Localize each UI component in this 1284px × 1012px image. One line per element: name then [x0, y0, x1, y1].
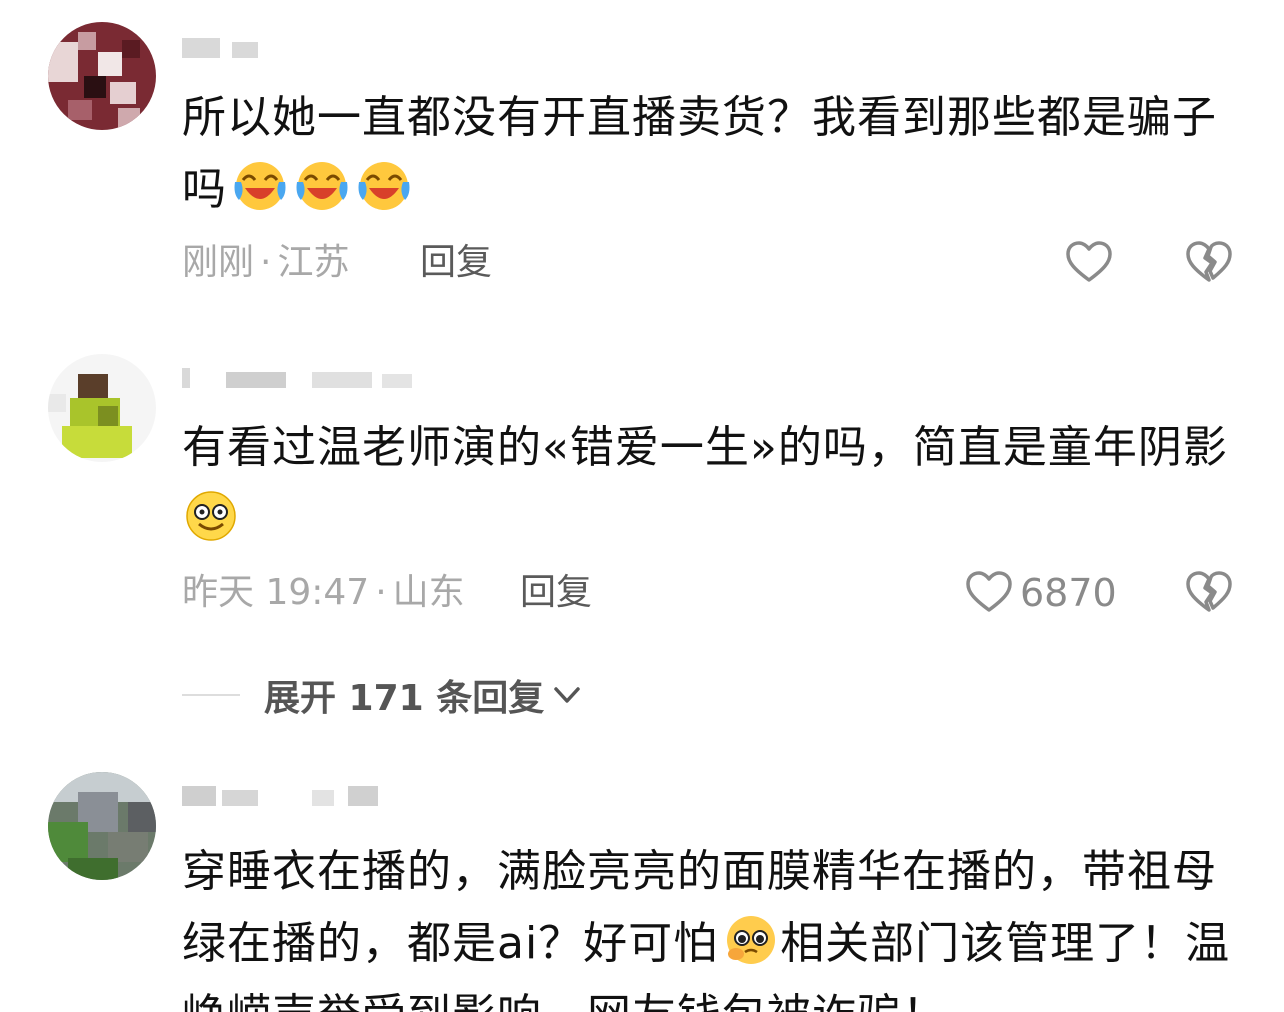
like-count: 6870: [1020, 571, 1117, 615]
comment-item: 穿睡衣在播的，满脸亮亮的面膜精华在播的，带祖母绿在播的，都是ai？好可怕 相关部门…: [0, 760, 1284, 1012]
crying-laughing-emoji: [234, 162, 286, 210]
broken-heart-icon: [1186, 571, 1232, 612]
comment-meta: 刚刚 · 江苏: [182, 238, 349, 288]
crying-laughing-emoji: [358, 162, 410, 210]
dislike-button[interactable]: [1184, 568, 1234, 618]
dizzy-smile-emoji: [186, 491, 236, 541]
like-button[interactable]: [1064, 238, 1120, 288]
comment-list: 所以她一直都没有开直播卖货？我看到那些都是骗子吗 刚刚 · 江苏 回复 有看过温…: [0, 0, 1284, 1012]
avatar[interactable]: [48, 772, 156, 880]
crying-laughing-emoji: [296, 162, 348, 210]
timestamp: 刚刚: [182, 242, 255, 283]
avatar[interactable]: [48, 354, 156, 462]
comment-meta: 昨天 19:47 · 山东: [182, 568, 465, 618]
reply-button[interactable]: 回复: [420, 238, 492, 288]
comment-text: 所以她一直都没有开直播卖货？我看到那些都是骗子吗: [182, 92, 1217, 215]
comment-item: 有看过温老师演的«错爱一生»的吗，简直是童年阴影 昨天 19:47 · 山东 回复 …: [0, 340, 1284, 640]
dislike-button[interactable]: [1184, 238, 1234, 288]
broken-heart-icon: [1186, 241, 1232, 282]
comment-text: 穿睡衣在播的，满脸亮亮的面膜精华在播的，带祖母绿在播的，都是ai？好可怕 相关部门…: [182, 846, 1231, 1012]
username[interactable]: [182, 364, 422, 392]
timestamp: 昨天 19:47: [182, 572, 370, 613]
chevron-down-icon: [554, 687, 580, 703]
username[interactable]: [182, 34, 262, 62]
reply-button[interactable]: 回复: [520, 568, 592, 618]
heart-icon: [1066, 241, 1112, 282]
avatar[interactable]: [48, 22, 156, 130]
separator: ·: [375, 572, 387, 613]
heart-icon: [966, 571, 1012, 612]
pleading-emoji: [727, 916, 776, 964]
username[interactable]: [182, 782, 382, 810]
expand-replies-label: 展开 171 条回复: [264, 678, 545, 719]
separator: ·: [260, 242, 272, 283]
expand-replies-button[interactable]: 展开 171 条回复: [182, 668, 584, 722]
location: 山东: [392, 572, 465, 613]
location: 江苏: [277, 242, 350, 283]
divider: [182, 694, 240, 696]
like-button[interactable]: 6870: [964, 568, 1117, 618]
comment-text: 有看过温老师演的«错爱一生»的吗，简直是童年阴影: [182, 412, 1242, 556]
comment-item: 所以她一直都没有开直播卖货？我看到那些都是骗子吗 刚刚 · 江苏 回复: [0, 0, 1284, 320]
